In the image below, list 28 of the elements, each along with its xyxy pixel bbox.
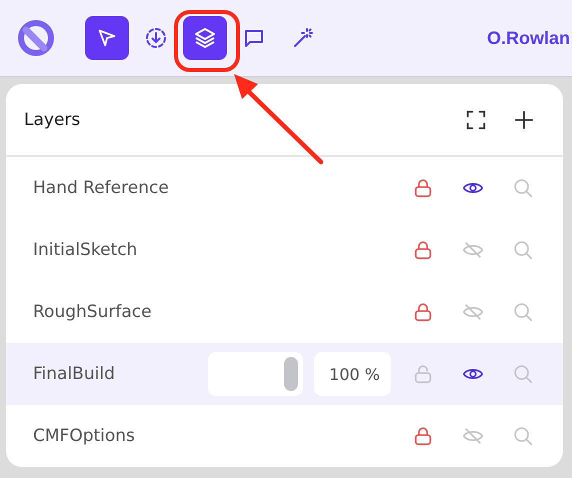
layer-name: CMFOptions xyxy=(33,426,135,446)
cursor-icon xyxy=(96,27,118,49)
logo-icon xyxy=(17,19,55,57)
fullscreen-icon[interactable] xyxy=(465,108,487,130)
add-icon[interactable] xyxy=(513,108,535,130)
layer-name: RoughSurface xyxy=(33,302,152,322)
layers-button[interactable] xyxy=(183,16,227,60)
lock-icon[interactable] xyxy=(412,177,434,199)
layer-name: InitialSketch xyxy=(33,240,138,260)
layer-row[interactable]: Hand Reference xyxy=(6,157,563,219)
select-tool-button[interactable] xyxy=(85,16,129,60)
download-icon xyxy=(144,26,168,50)
opacity-slider[interactable] xyxy=(208,352,303,396)
lock-icon[interactable] xyxy=(412,425,434,447)
panel-title: Layers xyxy=(24,110,80,130)
layer-row[interactable]: RoughSurface xyxy=(6,281,563,343)
user-name[interactable]: O.Rowlan xyxy=(486,28,570,48)
layer-row[interactable]: FinalBuild 100 % xyxy=(6,343,563,405)
opacity-field[interactable]: 100 % xyxy=(314,352,391,396)
highlight-ring xyxy=(174,10,240,72)
lock-icon[interactable] xyxy=(412,239,434,261)
magic-wand-icon xyxy=(291,26,315,50)
layers-icon xyxy=(193,26,217,50)
lock-icon[interactable] xyxy=(412,301,434,323)
layer-name: FinalBuild xyxy=(33,364,115,384)
layer-row[interactable]: InitialSketch xyxy=(6,219,563,281)
layer-name: Hand Reference xyxy=(33,178,169,198)
layer-row[interactable]: CMFOptions xyxy=(6,405,563,467)
